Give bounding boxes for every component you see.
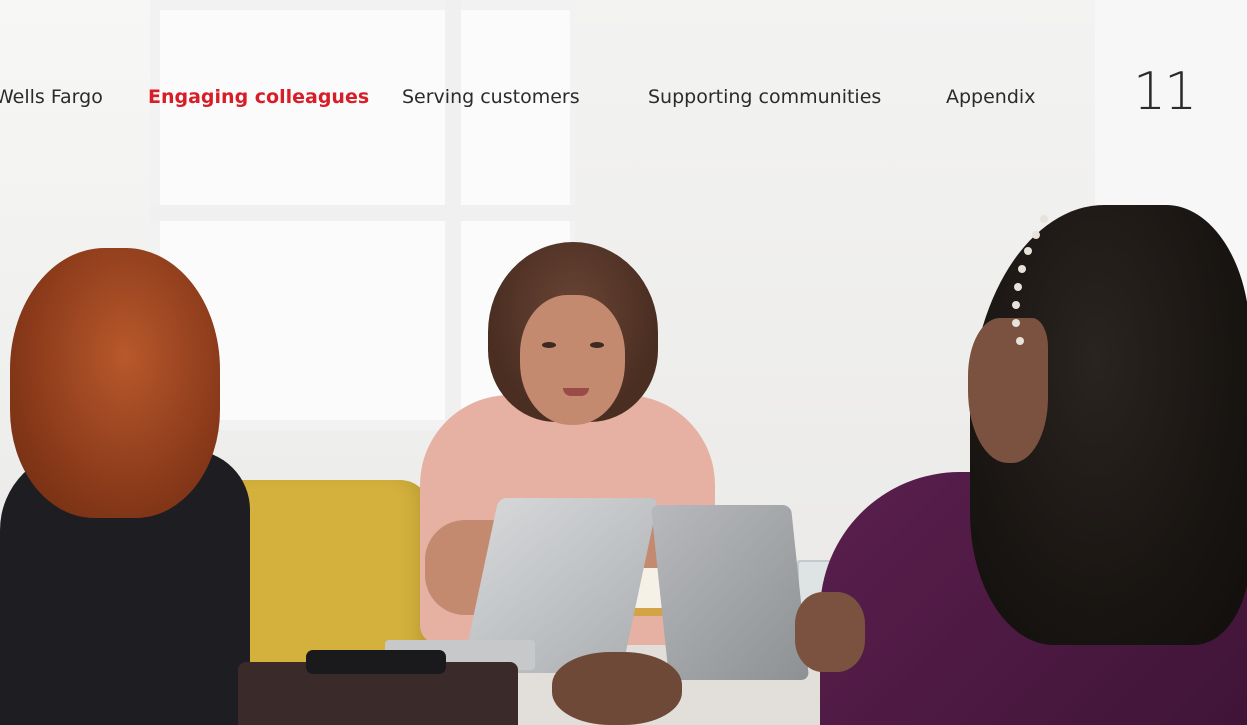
page-number: 11 bbox=[1133, 62, 1197, 122]
top-navigation: Wells Fargo Engaging colleagues Serving … bbox=[0, 0, 1247, 200]
nav-serving-customers[interactable]: Serving customers bbox=[402, 86, 580, 108]
nav-supporting-communities[interactable]: Supporting communities bbox=[648, 86, 881, 108]
nav-wells-fargo[interactable]: Wells Fargo bbox=[0, 86, 103, 108]
nav-appendix[interactable]: Appendix bbox=[946, 86, 1035, 108]
laptop-right bbox=[650, 505, 810, 680]
phone bbox=[306, 650, 446, 674]
hair-beads bbox=[1010, 215, 1060, 355]
nav-engaging-colleagues[interactable]: Engaging colleagues bbox=[148, 86, 369, 108]
